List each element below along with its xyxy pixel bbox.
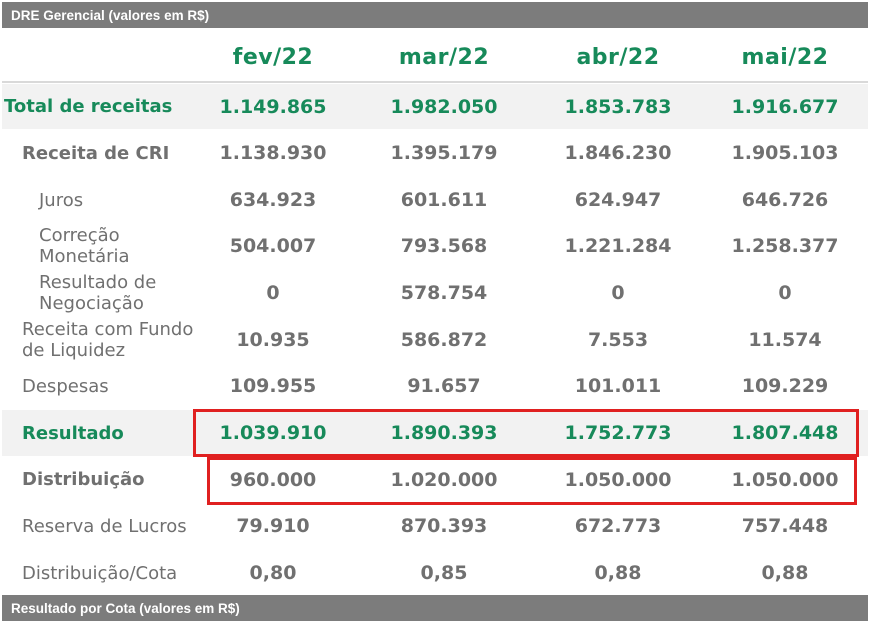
row-label: Resultado de Negociação xyxy=(39,272,157,314)
value-cell: 0 xyxy=(778,282,792,304)
value-cell: 0 xyxy=(611,282,625,304)
value-cell: 109.229 xyxy=(741,375,829,397)
row-label: Correção Monetária xyxy=(39,225,130,267)
value-cell: 757.448 xyxy=(741,515,829,537)
value-cell: 1.853.783 xyxy=(564,95,672,118)
row-reserva-lucros: Reserva de Lucros 79.910 870.393 672.773… xyxy=(2,503,868,549)
row-despesas: Despesas 109.955 91.657 101.011 109.229 xyxy=(2,363,868,409)
value-cell: 0,88 xyxy=(761,562,809,584)
value-cell: 10.935 xyxy=(236,328,310,351)
resultado-cota-title: Resultado por Cota (valores em R$) xyxy=(11,600,240,616)
value-cell: 1.138.930 xyxy=(219,142,327,164)
value-cell: 870.393 xyxy=(400,515,488,537)
value-cell: 7.553 xyxy=(587,328,649,351)
value-cell: 79.910 xyxy=(236,515,310,537)
resultado-highlight-box xyxy=(193,409,859,457)
value-cell: 634.923 xyxy=(229,189,317,211)
value-cell: 1.846.230 xyxy=(564,142,672,164)
value-cell: 1.982.050 xyxy=(390,95,498,118)
value-cell: 11.574 xyxy=(748,328,822,351)
value-cell: 601.611 xyxy=(400,189,488,211)
row-correcao-monetaria: Correção Monetária 504.007 793.568 1.221… xyxy=(2,223,868,269)
row-juros: Juros 634.923 601.611 624.947 646.726 xyxy=(2,177,868,223)
value-cell: 586.872 xyxy=(400,328,488,351)
row-total-receitas: Total de receitas 1.149.865 1.982.050 1.… xyxy=(2,84,868,129)
row-label: Reserva de Lucros xyxy=(22,515,187,537)
value-cell: 101.011 xyxy=(574,375,662,397)
col-header-mar: mar/22 xyxy=(398,45,490,70)
value-cell: 0,80 xyxy=(249,562,297,584)
dre-title-bar: DRE Gerencial (valores em R$) xyxy=(2,2,868,28)
col-header-mai: mai/22 xyxy=(741,45,829,70)
header-divider xyxy=(2,81,868,83)
row-label: Despesas xyxy=(22,375,109,397)
row-distribuicao-cota: Distribuição/Cota 0,80 0,85 0,88 0,88 xyxy=(2,550,868,596)
row-receita-fundo-liquidez: Receita com Fundo de Liquidez 10.935 586… xyxy=(2,316,868,363)
row-label: Receita de CRI xyxy=(22,142,170,164)
row-receita-cri: Receita de CRI 1.138.930 1.395.179 1.846… xyxy=(2,130,868,176)
value-cell: 1.905.103 xyxy=(731,142,839,164)
value-cell: 504.007 xyxy=(229,235,317,257)
value-cell: 91.657 xyxy=(407,375,481,397)
value-cell: 578.754 xyxy=(400,282,488,304)
row-label: Distribuição/Cota xyxy=(22,562,178,584)
col-header-fev: fev/22 xyxy=(232,45,314,70)
value-cell: 1.149.865 xyxy=(219,95,327,118)
value-cell: 1.258.377 xyxy=(731,235,839,257)
row-label: Total de receitas xyxy=(4,96,173,117)
row-label: Juros xyxy=(39,189,84,211)
value-cell: 0,85 xyxy=(420,562,468,584)
value-cell: 0,88 xyxy=(594,562,642,584)
row-label: Receita com Fundo de Liquidez xyxy=(22,318,194,361)
value-cell: 1.916.677 xyxy=(731,95,839,118)
row-resultado-negociacao: Resultado de Negociação 0 578.754 0 0 xyxy=(2,270,868,316)
value-cell: 109.955 xyxy=(229,375,317,397)
value-cell: 624.947 xyxy=(574,189,662,211)
value-cell: 672.773 xyxy=(574,515,662,537)
dre-title: DRE Gerencial (valores em R$) xyxy=(11,7,210,23)
col-header-abr: abr/22 xyxy=(576,45,660,70)
value-cell: 1.395.179 xyxy=(390,142,498,164)
value-cell: 1.221.284 xyxy=(564,235,672,257)
value-cell: 793.568 xyxy=(400,235,488,257)
value-cell: 646.726 xyxy=(741,189,829,211)
distribuicao-highlight-box xyxy=(207,457,857,505)
value-cell: 0 xyxy=(266,282,280,304)
row-label: Resultado xyxy=(22,422,124,444)
resultado-cota-bar: Resultado por Cota (valores em R$) xyxy=(2,595,868,621)
row-label: Distribuição xyxy=(22,469,145,490)
header-row: fev/22 mar/22 abr/22 mai/22 xyxy=(2,34,868,81)
